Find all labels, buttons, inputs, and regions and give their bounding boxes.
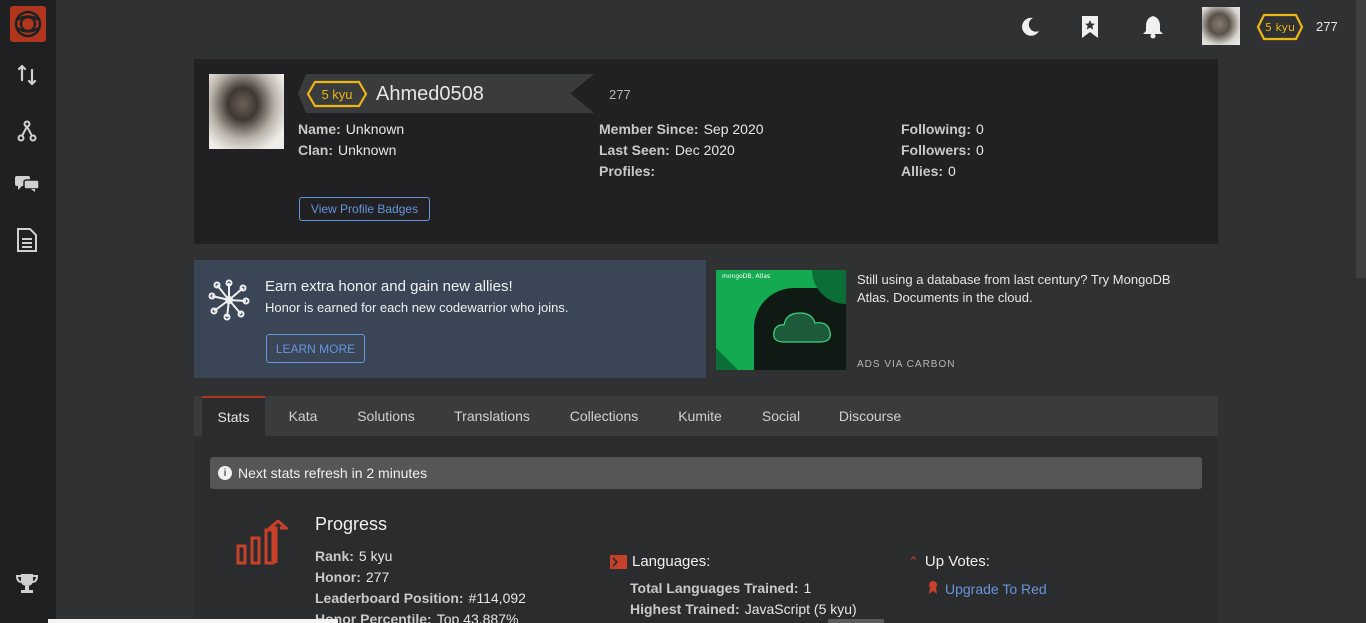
followers-value: 0 — [976, 142, 984, 158]
vertical-scrollbar-thumb[interactable] — [1356, 0, 1366, 278]
tab-collections[interactable]: Collections — [556, 396, 652, 436]
upgrade-row: Upgrade To Red — [928, 580, 1047, 597]
upvotes-heading: ⌃ Up Votes: — [908, 553, 990, 570]
discussion-icon[interactable] — [12, 168, 42, 198]
tab-social[interactable]: Social — [748, 396, 814, 436]
honor-promo: Earn extra honor and gain new allies! Ho… — [194, 260, 706, 378]
info-icon: i — [218, 466, 232, 480]
last-seen-label: Last Seen: — [599, 142, 670, 158]
notifications-bell-icon[interactable] — [1139, 13, 1167, 41]
clan-value: Unknown — [338, 142, 397, 158]
name-value: Unknown — [345, 121, 405, 137]
bottom-scrollbar[interactable] — [48, 619, 1366, 623]
logo-icon — [14, 10, 42, 38]
progress-chart-icon — [236, 519, 290, 566]
total-languages-row: Total Languages Trained: 1 — [630, 580, 811, 596]
allies-value: 0 — [948, 163, 956, 179]
chevron-up-icon: ⌃ — [908, 553, 919, 569]
ad-brand: mongoDB. Atlas — [722, 273, 771, 280]
terminal-icon — [610, 554, 627, 569]
trophy-icon[interactable] — [12, 568, 42, 598]
docs-icon[interactable] — [12, 225, 42, 255]
stats-panel: i Next stats refresh in 2 minutes Progre… — [194, 436, 1218, 623]
highest-trained-value: JavaScript (5 kyu) — [744, 601, 857, 617]
name-row: Name: Unknown — [298, 121, 404, 137]
highest-trained-label: Highest Trained: — [630, 601, 740, 617]
allies-row: Allies: 0 — [901, 163, 956, 179]
profiles-row: Profiles: — [599, 163, 660, 179]
tab-translations[interactable]: Translations — [442, 396, 542, 436]
learn-more-button[interactable]: LEARN MORE — [266, 334, 365, 363]
view-profile-badges-button[interactable]: View Profile Badges — [299, 197, 430, 221]
honor-label: Honor: — [315, 569, 361, 585]
network-icon — [208, 279, 250, 321]
ad-text[interactable]: Still using a database from last century… — [857, 271, 1197, 307]
top-bar — [56, 0, 1366, 56]
leaderboard-row: Leaderboard Position: #114,092 — [315, 590, 526, 606]
leaderboard-label: Leaderboard Position: — [315, 590, 464, 606]
allies-label: Allies: — [901, 163, 944, 179]
progress-title: Progress — [315, 514, 388, 534]
promo-title: Earn extra honor and gain new allies! — [265, 278, 513, 295]
honor-value: 277 — [365, 569, 390, 585]
profile-rank-label: 5 kyu — [321, 86, 353, 102]
last-seen-row: Last Seen: Dec 2020 — [599, 142, 735, 158]
tab-kata[interactable]: Kata — [274, 396, 332, 436]
profile-avatar — [209, 74, 284, 149]
carbon-ad: mongoDB. Atlas Still using a database fr… — [706, 260, 1218, 378]
upvotes-title: Up Votes: — [924, 553, 990, 570]
total-languages-value: 1 — [803, 580, 812, 596]
honor-row: Honor: 277 — [315, 569, 389, 585]
clan-label: Clan: — [298, 142, 333, 158]
dark-mode-moon-icon[interactable] — [1016, 13, 1044, 41]
left-sidebar — [0, 0, 56, 623]
tab-discourse[interactable]: Discourse — [828, 396, 912, 436]
total-languages-label: Total Languages Trained: — [630, 580, 799, 596]
name-label: Name: — [298, 121, 341, 137]
profiles-label: Profiles: — [599, 163, 656, 179]
cloud-icon — [773, 312, 831, 343]
upgrade-to-red-link[interactable]: Upgrade To Red — [945, 581, 1047, 597]
profile-card: 5 kyu Ahmed0508 277 Name: Unknown Clan: Un… — [194, 59, 1218, 244]
member-since-row: Member Since: Sep 2020 — [599, 121, 764, 137]
profile-honor: 277 — [609, 87, 631, 102]
refresh-notice-text: Next stats refresh in 2 minutes — [238, 465, 428, 481]
leaderboard-value: #114,092 — [468, 590, 526, 606]
tab-stats[interactable]: Stats — [202, 396, 265, 436]
languages-heading: Languages: — [610, 553, 710, 570]
tab-solutions[interactable]: Solutions — [344, 396, 428, 436]
rank-value: 5 kyu — [358, 548, 393, 564]
ads-via-carbon[interactable]: ADS VIA CARBON — [857, 359, 955, 370]
fork-icon[interactable] — [12, 116, 42, 146]
refresh-notice: i Next stats refresh in 2 minutes — [210, 457, 1202, 489]
practice-icon[interactable] — [12, 60, 42, 90]
user-avatar[interactable] — [1202, 7, 1240, 45]
ribbon-icon — [928, 580, 938, 597]
profile-rank-badge: 5 kyu — [306, 80, 368, 108]
following-row: Following: 0 — [901, 121, 984, 137]
clan-row: Clan: Unknown — [298, 142, 396, 158]
rank-label-top: 5 kyu — [1265, 20, 1295, 34]
ad-image[interactable]: mongoDB. Atlas — [716, 270, 846, 370]
profile-tabs: Stats Kata Solutions Translations Collec… — [194, 396, 1218, 436]
bookmark-star-icon[interactable] — [1076, 13, 1104, 41]
honor-top: 277 — [1316, 19, 1338, 34]
member-since-label: Member Since: — [599, 121, 699, 137]
codewars-logo[interactable] — [10, 6, 46, 42]
tab-kumite[interactable]: Kumite — [666, 396, 734, 436]
rank-badge-top[interactable]: 5 kyu — [1256, 13, 1304, 41]
highest-trained-row: Highest Trained: JavaScript (5 kyu) — [630, 601, 857, 617]
rank-row: Rank: 5 kyu — [315, 548, 392, 564]
followers-row: Followers: 0 — [901, 142, 984, 158]
last-seen-value: Dec 2020 — [674, 142, 735, 158]
languages-title: Languages: — [632, 553, 711, 570]
following-value: 0 — [975, 121, 984, 137]
member-since-value: Sep 2020 — [703, 121, 764, 137]
rank-label: Rank: — [315, 548, 354, 564]
username: Ahmed0508 — [376, 83, 484, 105]
followers-label: Followers: — [901, 142, 972, 158]
promo-subtitle: Honor is earned for each new codewarrior… — [265, 300, 569, 315]
following-label: Following: — [901, 121, 971, 137]
